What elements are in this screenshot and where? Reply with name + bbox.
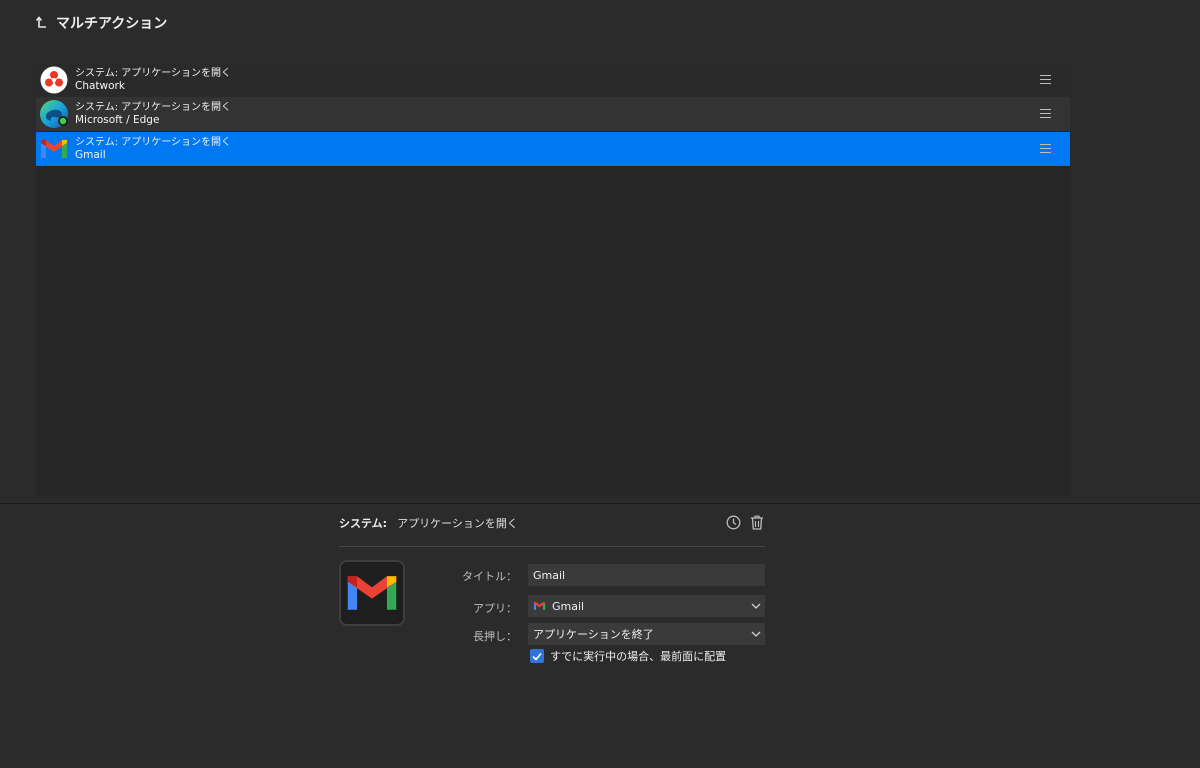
title-field[interactable] — [528, 564, 765, 586]
app-select-value: Gmail — [552, 599, 585, 613]
longpress-select-value: アプリケーションを終了 — [533, 628, 654, 641]
action-name-label: Microsoft / Edge — [75, 114, 160, 126]
detail-separator — [339, 546, 765, 547]
bring-to-front-option[interactable]: すでに実行中の場合、最前面に配置 — [530, 648, 726, 664]
clock-icon[interactable] — [725, 514, 741, 530]
longpress-label: 長押し： — [473, 630, 517, 643]
back-arrow-icon[interactable] — [36, 16, 48, 30]
detail-category: システム: — [339, 517, 388, 530]
bring-to-front-label: すでに実行中の場合、最前面に配置 — [550, 650, 727, 663]
chatwork-icon — [39, 65, 69, 95]
detail-header: システム: アプリケーションを開く — [339, 510, 765, 536]
detail-action-name: アプリケーションを開く — [397, 517, 518, 530]
action-type-label: システム: アプリケーションを開く — [75, 102, 232, 113]
gmail-icon — [39, 134, 69, 164]
gmail-icon — [533, 601, 546, 611]
drag-handle-icon[interactable] — [1040, 144, 1051, 153]
drag-handle-icon[interactable] — [1040, 109, 1051, 118]
action-name-label: Chatwork — [75, 80, 125, 92]
chevron-down-icon — [751, 603, 761, 609]
action-type-label: システム: アプリケーションを開く — [75, 68, 232, 79]
page-title: マルチアクション — [56, 16, 168, 32]
action-row-selected[interactable]: システム: アプリケーションを開く Gmail — [36, 132, 1070, 166]
edge-icon — [39, 99, 69, 129]
action-name-label: Gmail — [75, 149, 106, 161]
app-label: アプリ： — [473, 602, 517, 615]
title-label: タイトル： — [462, 570, 517, 583]
chevron-down-icon — [751, 631, 761, 637]
action-type-label: システム: アプリケーションを開く — [75, 137, 232, 148]
bring-to-front-checkbox[interactable] — [530, 649, 544, 663]
drag-handle-icon[interactable] — [1040, 75, 1051, 84]
action-row[interactable]: システム: アプリケーションを開く Chatwork — [36, 63, 1070, 97]
longpress-select[interactable]: アプリケーションを終了 — [528, 623, 765, 645]
panel-divider — [0, 503, 1200, 504]
action-row[interactable]: システム: アプリケーションを開く Microsoft / Edge — [36, 97, 1070, 131]
action-detail-panel: システム: アプリケーションを開く タイトル： Gmail アプリ： Gmail… — [339, 510, 765, 663]
action-list: システム: アプリケーションを開く Chatwork システム: アプリケーショ… — [36, 63, 1070, 496]
gmail-icon[interactable] — [339, 560, 405, 626]
trash-icon[interactable] — [749, 514, 765, 530]
checkmark-icon — [532, 652, 542, 661]
header: マルチアクション — [36, 13, 167, 33]
title-input[interactable] — [533, 568, 765, 582]
app-select[interactable]: Gmail — [528, 595, 765, 617]
